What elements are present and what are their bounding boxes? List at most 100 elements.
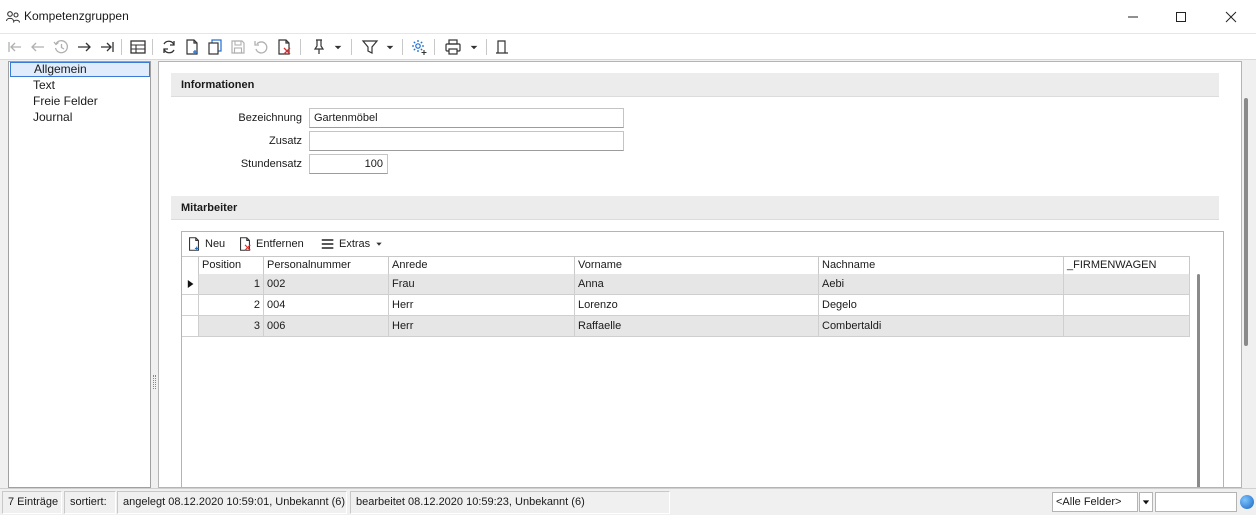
column-header-position[interactable]: Position [199,257,264,274]
sidebar-item-allgemein[interactable]: Allgemein [10,62,150,77]
chevron-down-icon [376,242,382,246]
table-row[interactable]: 1 002 Frau Anna Aebi [182,274,1190,295]
zusatz-input[interactable] [309,131,624,151]
splitter-handle[interactable] [153,375,156,389]
refresh-icon [163,40,175,54]
pin-button[interactable] [308,37,330,57]
first-record-button[interactable] [4,37,26,57]
current-row-icon [187,280,194,288]
bezeichnung-input[interactable] [309,108,624,128]
column-header-personalnummer[interactable]: Personalnummer [264,257,389,274]
cell-firmenwagen[interactable] [1064,295,1190,315]
refresh-button[interactable] [158,37,180,57]
sidebar-item-journal[interactable]: Journal [10,110,150,125]
last-record-button[interactable] [96,37,118,57]
table-row[interactable]: 2 004 Herr Lorenzo Degelo [182,295,1190,316]
row-indicator[interactable] [182,316,199,336]
print-dropdown-button[interactable] [467,37,481,57]
previous-record-button[interactable] [27,37,49,57]
sidebar-item-text[interactable]: Text [10,78,150,93]
last-record-icon [101,42,114,52]
undo-button[interactable] [250,37,272,57]
first-record-icon [8,42,21,52]
globe-icon[interactable] [1240,495,1254,509]
cell-vorname[interactable]: Raffaelle [575,316,819,336]
grid-scrollbar[interactable] [1197,274,1200,487]
maximize-button[interactable] [1158,0,1204,34]
window-title: Kompetenzgruppen [24,9,129,23]
pin-icon [313,39,325,54]
toolbar-separator [351,39,352,55]
column-header-firmenwagen[interactable]: _FIRMENWAGEN [1064,257,1190,274]
column-header-vorname[interactable]: Vorname [575,257,819,274]
cell-nachname[interactable]: Degelo [819,295,1064,315]
section-header-mitarbeiter: Mitarbeiter [171,196,1219,220]
cell-nachname[interactable]: Combertaldi [819,316,1064,336]
layout-button[interactable] [491,37,513,57]
save-button[interactable] [227,37,249,57]
cell-nachname[interactable]: Aebi [819,274,1064,294]
bezeichnung-label: Bezeichnung [238,112,302,124]
toolbar-separator [486,39,487,55]
cell-firmenwagen[interactable] [1064,316,1190,336]
sidebar-item-freie-felder[interactable]: Freie Felder [10,94,150,109]
pin-dropdown-icon [334,45,342,50]
field-filter-dropdown[interactable] [1139,492,1153,512]
mitarbeiter-grid: Neu Entfernen Extras Position Personalnu… [181,231,1224,487]
chevron-down-icon [1142,500,1150,505]
toolbar-separator [300,39,301,55]
history-button[interactable] [50,37,72,57]
cell-anrede[interactable]: Herr [389,316,575,336]
filter-dropdown-icon [386,45,394,50]
minimize-icon [1128,16,1138,18]
pin-dropdown-button[interactable] [331,37,345,57]
cell-personalnummer[interactable]: 002 [264,274,389,294]
neu-label: Neu [205,238,226,250]
row-indicator[interactable] [182,295,199,315]
toolbar-separator [121,39,122,55]
cell-firmenwagen[interactable] [1064,274,1190,294]
print-button[interactable] [442,37,464,57]
entfernen-button[interactable]: Entfernen [237,235,304,253]
column-header-nachname[interactable]: Nachname [819,257,1064,274]
main-scrollbar[interactable] [1244,98,1248,346]
minimize-button[interactable] [1110,0,1156,34]
copy-button[interactable] [204,37,226,57]
extras-label: Extras [339,238,371,250]
cell-position[interactable]: 1 [199,274,264,294]
table-row[interactable]: 3 006 Herr Raffaelle Combertaldi [182,316,1190,337]
section-header-informationen: Informationen [171,73,1219,97]
table-view-button[interactable] [127,37,149,57]
delete-button[interactable] [273,37,295,57]
history-icon [53,40,68,54]
filter-dropdown-button[interactable] [383,37,397,57]
filter-button[interactable] [359,37,381,57]
new-document-button[interactable] [181,37,203,57]
extras-button[interactable]: Extras [320,235,386,253]
cell-personalnummer[interactable]: 004 [264,295,389,315]
search-input[interactable] [1155,492,1237,512]
filter-icon [361,40,379,54]
row-indicator[interactable] [182,274,199,294]
cell-position[interactable]: 3 [199,316,264,336]
settings-button[interactable] [408,37,430,57]
cell-personalnummer[interactable]: 006 [264,316,389,336]
cell-anrede[interactable]: Frau [389,274,575,294]
neu-button[interactable]: Neu [186,235,225,253]
field-filter-select[interactable]: <Alle Felder> [1052,492,1138,512]
group-icon [5,11,21,23]
next-record-button[interactable] [73,37,95,57]
main-panel: Informationen Bezeichnung Zusatz Stunden… [158,61,1242,488]
column-header-anrede[interactable]: Anrede [389,257,575,274]
close-button[interactable] [1208,0,1254,34]
stundensatz-input[interactable] [309,154,388,174]
cell-position[interactable]: 2 [199,295,264,315]
record-count: 7 Einträge [2,491,62,514]
cell-vorname[interactable]: Lorenzo [575,295,819,315]
toolbar-separator [402,39,403,55]
print-icon [445,39,461,55]
cell-anrede[interactable]: Herr [389,295,575,315]
cell-vorname[interactable]: Anna [575,274,819,294]
delete-icon [278,39,291,55]
created-info: angelegt 08.12.2020 10:59:01, Unbekannt … [117,491,347,514]
